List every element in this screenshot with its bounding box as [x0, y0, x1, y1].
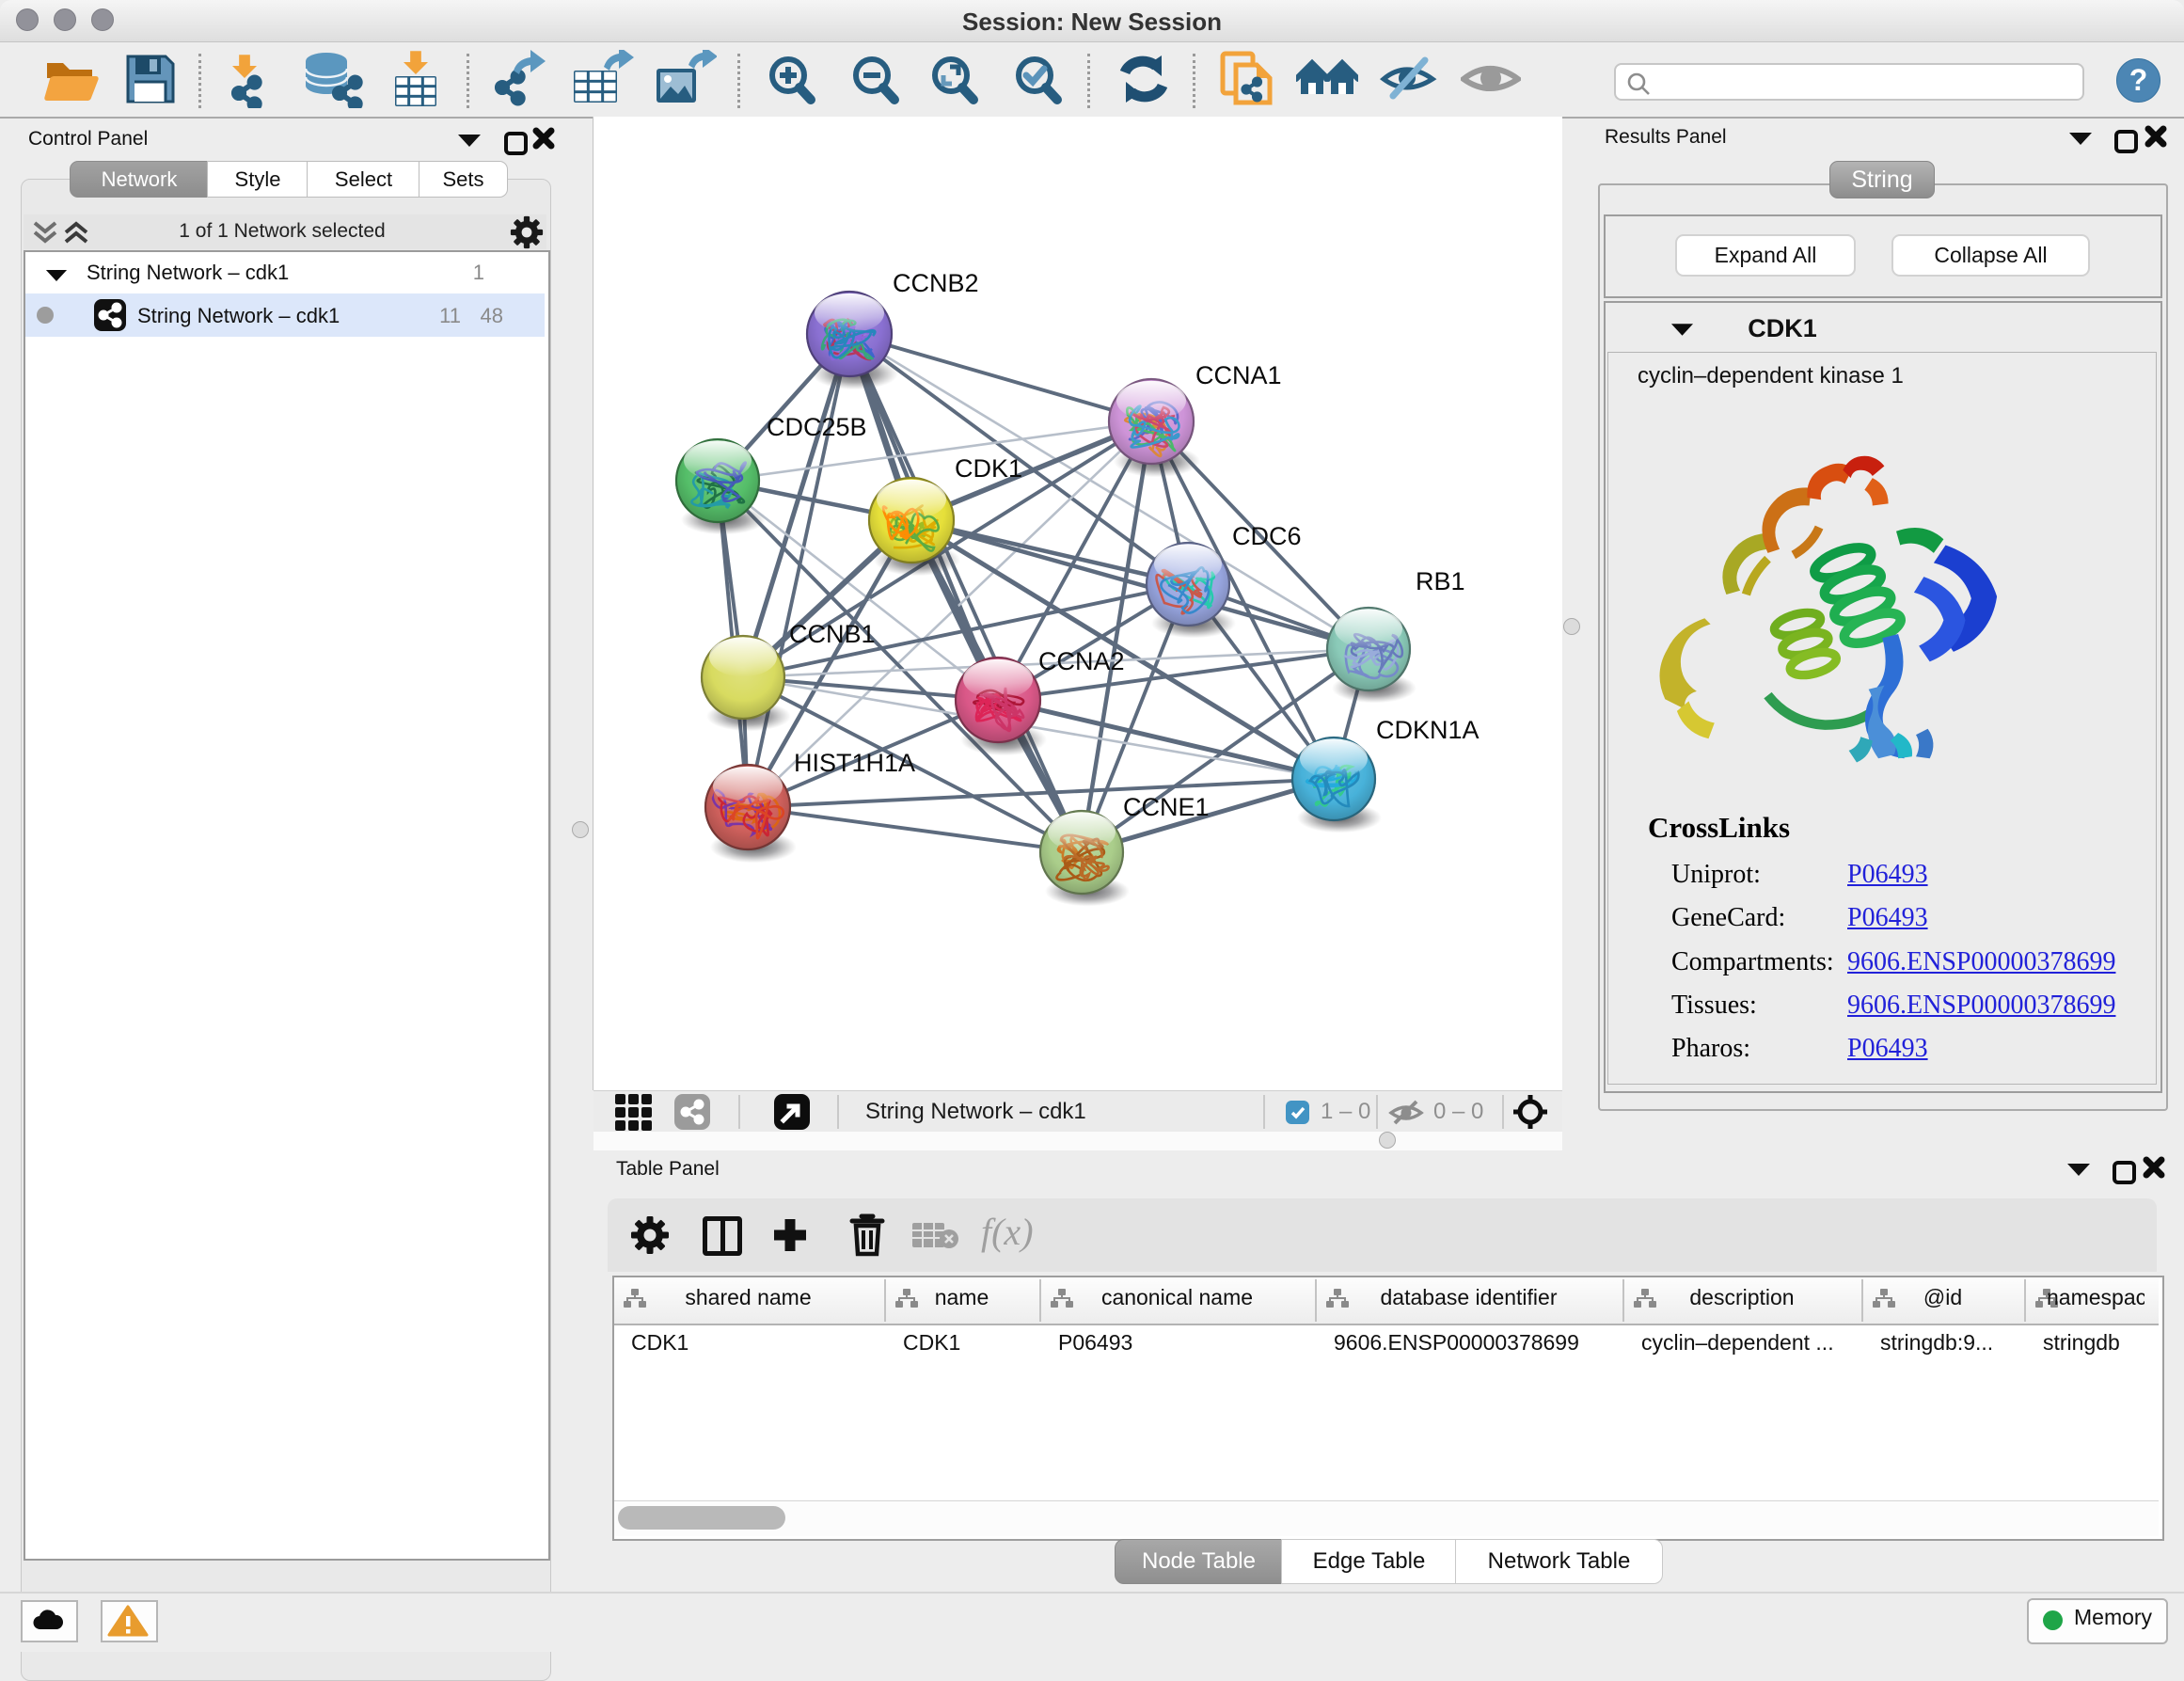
- svg-text:CCNE1: CCNE1: [1123, 793, 1210, 821]
- svg-text:CDC6: CDC6: [1232, 522, 1302, 550]
- svg-text:CDC25B: CDC25B: [767, 413, 867, 441]
- svg-text:CDKN1A: CDKN1A: [1376, 716, 1480, 744]
- svg-text:CCNB1: CCNB1: [789, 620, 876, 648]
- svg-text:CDK1: CDK1: [955, 454, 1022, 483]
- svg-text:HIST1H1A: HIST1H1A: [794, 749, 915, 777]
- svg-text:CCNA1: CCNA1: [1195, 361, 1282, 389]
- svg-text:CCNA2: CCNA2: [1038, 647, 1125, 675]
- svg-text:RB1: RB1: [1416, 567, 1465, 595]
- svg-text:CCNB2: CCNB2: [893, 269, 979, 297]
